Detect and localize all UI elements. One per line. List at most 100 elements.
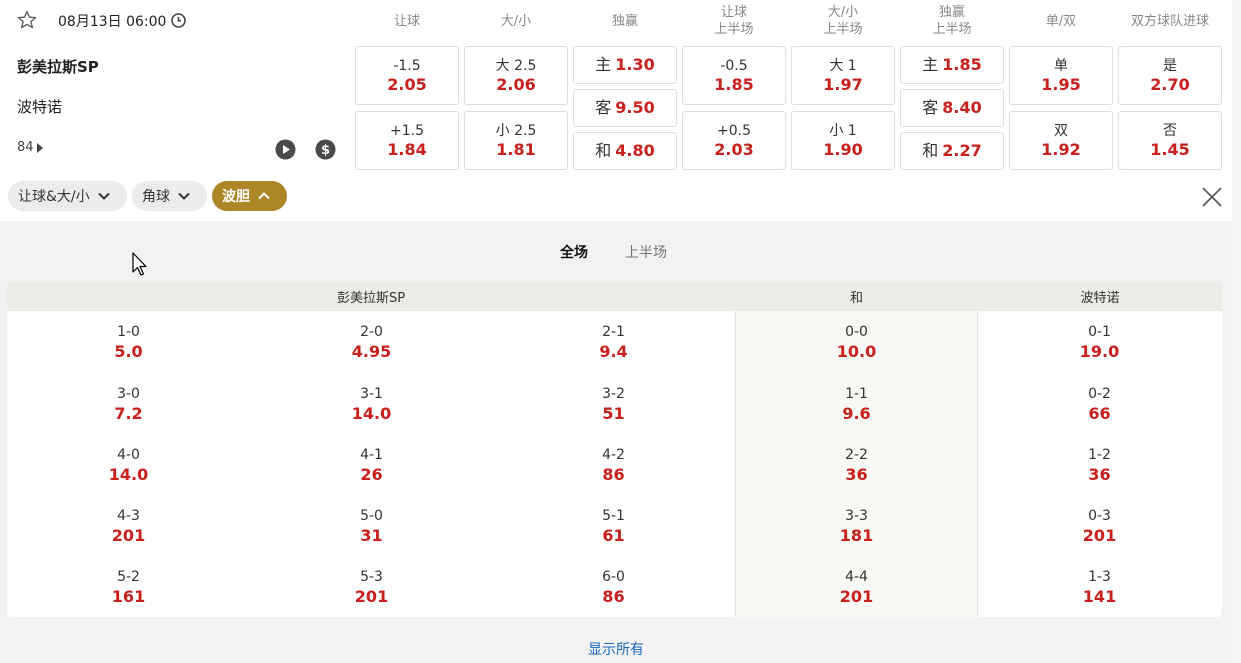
score-odds-cell[interactable]: 2-1 9.4 <box>492 322 735 366</box>
score-label: 2-0 <box>360 324 383 340</box>
score-odds-cell[interactable]: 6-0 86 <box>492 567 735 611</box>
score-odds: 10.0 <box>836 342 877 361</box>
score-odds: 161 <box>111 587 146 606</box>
score-odds-cell[interactable]: 2-2 36 <box>735 445 978 489</box>
score-odds-cell[interactable]: 5-3 201 <box>250 567 493 611</box>
score-odds: 201 <box>1082 526 1117 545</box>
market-header-odd-even: 单/双 <box>1045 13 1077 29</box>
score-odds-cell[interactable]: 2-0 4.95 <box>250 322 493 366</box>
more-markets-link[interactable]: 84 <box>17 140 43 155</box>
score-odds-cell[interactable]: 4-2 86 <box>492 445 735 489</box>
score-label: 3-1 <box>360 386 383 402</box>
score-odds: 201 <box>354 587 389 606</box>
score-label: 2-2 <box>845 447 868 463</box>
score-odds: 141 <box>1082 587 1117 606</box>
score-odds-cell[interactable]: 1-0 5.0 <box>7 322 250 366</box>
caret-right-icon <box>36 142 43 153</box>
score-label: 0-0 <box>845 324 868 340</box>
odds-total-1h-over[interactable]: 大 1 1.97 <box>791 46 895 105</box>
score-label: 5-3 <box>360 569 383 585</box>
odds-total-over[interactable]: 大 2.5 2.06 <box>464 46 568 105</box>
score-odds-cell[interactable]: 1-2 36 <box>978 445 1221 489</box>
score-odds-cell[interactable]: 0-0 10.0 <box>735 322 978 366</box>
odds-moneyline-draw[interactable]: 和 4.80 <box>573 132 677 170</box>
market-header-total: 大/小 <box>500 13 532 29</box>
score-odds-cell[interactable]: 0-2 66 <box>978 384 1221 428</box>
odds-odd[interactable]: 单 1.95 <box>1009 46 1113 105</box>
score-odds-cell[interactable]: 1-3 141 <box>978 567 1221 611</box>
score-odds: 86 <box>602 465 625 484</box>
score-odds: 201 <box>111 526 146 545</box>
odds-moneyline-1h-home[interactable]: 主 1.85 <box>900 46 1004 84</box>
odds-btts-no[interactable]: 否 1.45 <box>1118 111 1222 170</box>
market-header-moneyline: 独赢 <box>611 13 638 29</box>
score-odds-cell[interactable]: 4-4 201 <box>735 567 978 611</box>
scrollbar-track[interactable] <box>1232 0 1241 663</box>
cashout-icon[interactable]: $ <box>315 139 336 160</box>
favorite-star-icon[interactable] <box>17 10 37 30</box>
score-label: 2-1 <box>602 324 625 340</box>
home-team-name: 彭美拉斯SP <box>17 58 99 76</box>
filter-corners[interactable]: 角球 <box>132 181 207 211</box>
odds-total-1h-under[interactable]: 小 1 1.90 <box>791 111 895 170</box>
tab-full-time[interactable]: 全场 <box>560 242 588 262</box>
score-odds-cell[interactable]: 3-1 14.0 <box>250 384 493 428</box>
score-odds: 4.95 <box>351 342 392 361</box>
score-odds-cell[interactable]: 3-2 51 <box>492 384 735 428</box>
odds-handicap-home[interactable]: -1.5 2.05 <box>355 46 459 105</box>
live-stream-icon[interactable] <box>275 139 296 160</box>
header-draw: 和 <box>849 290 863 306</box>
score-label: 5-1 <box>602 508 625 524</box>
score-odds: 201 <box>839 587 874 606</box>
odds-moneyline-home[interactable]: 主 1.30 <box>573 46 677 84</box>
odds-btts-yes[interactable]: 是 2.70 <box>1118 46 1222 105</box>
score-odds-cell[interactable]: 4-0 14.0 <box>7 445 250 489</box>
score-odds-cell[interactable]: 1-1 9.6 <box>735 384 978 428</box>
score-label: 1-3 <box>1088 569 1111 585</box>
score-odds: 36 <box>1088 465 1111 484</box>
filter-handicap-total[interactable]: 让球&大/小 <box>8 181 127 211</box>
away-team-name: 波特诺 <box>17 98 63 116</box>
score-odds-cell[interactable]: 4-3 201 <box>7 506 250 550</box>
odds-moneyline-1h-draw[interactable]: 和 2.27 <box>900 132 1004 170</box>
odds-moneyline-away[interactable]: 客 9.50 <box>573 89 677 127</box>
close-icon[interactable] <box>1201 186 1223 208</box>
score-label: 3-2 <box>602 386 625 402</box>
score-odds: 5.0 <box>114 342 143 361</box>
show-all-link[interactable]: 显示所有 <box>0 639 1232 659</box>
market-header-handicap: 让球 <box>393 13 420 29</box>
score-odds: 31 <box>360 526 383 545</box>
odds-handicap-away[interactable]: +1.5 1.84 <box>355 111 459 170</box>
market-header-handicap-1h: 让球 上半场 <box>714 5 754 37</box>
score-odds: 26 <box>360 465 383 484</box>
score-label: 0-3 <box>1088 508 1111 524</box>
score-label: 5-2 <box>117 569 140 585</box>
odds-handicap-1h-away[interactable]: +0.5 2.03 <box>682 111 786 170</box>
score-odds-cell[interactable]: 4-1 26 <box>250 445 493 489</box>
tab-first-half[interactable]: 上半场 <box>625 242 667 262</box>
market-header-btts: 双方球队进球 <box>1130 13 1209 29</box>
odds-even[interactable]: 双 1.92 <box>1009 111 1113 170</box>
score-odds: 9.6 <box>842 404 871 423</box>
score-odds-cell[interactable]: 3-3 181 <box>735 506 978 550</box>
score-odds-cell[interactable]: 5-0 31 <box>250 506 493 550</box>
score-label: 1-2 <box>1088 447 1111 463</box>
odds-handicap-1h-home[interactable]: -0.5 1.85 <box>682 46 786 105</box>
score-odds: 51 <box>602 404 625 423</box>
match-panel: 08月13日 06:00 彭美拉斯SP 波特诺 84 $ 让球 大/小 独赢 让… <box>0 0 1232 221</box>
odds-moneyline-1h-away[interactable]: 客 8.40 <box>900 89 1004 127</box>
score-label: 6-0 <box>602 569 625 585</box>
score-odds-cell[interactable]: 5-2 161 <box>7 567 250 611</box>
filter-correct-score[interactable]: 波胆 <box>212 181 287 211</box>
score-odds: 14.0 <box>351 404 392 423</box>
score-odds-cell[interactable]: 3-0 7.2 <box>7 384 250 428</box>
score-odds-cell[interactable]: 0-1 19.0 <box>978 322 1221 366</box>
score-odds: 181 <box>839 526 874 545</box>
chevron-up-icon <box>258 192 270 200</box>
svg-text:$: $ <box>321 143 330 158</box>
correct-score-table: 彭美拉斯SP 和 波特诺 1-0 5.0 3-0 7.2 4-0 14.0 4-3 201 5-… <box>7 281 1222 617</box>
score-odds: 7.2 <box>114 404 143 423</box>
score-odds-cell[interactable]: 0-3 201 <box>978 506 1221 550</box>
odds-total-under[interactable]: 小 2.5 1.81 <box>464 111 568 170</box>
score-odds-cell[interactable]: 5-1 61 <box>492 506 735 550</box>
